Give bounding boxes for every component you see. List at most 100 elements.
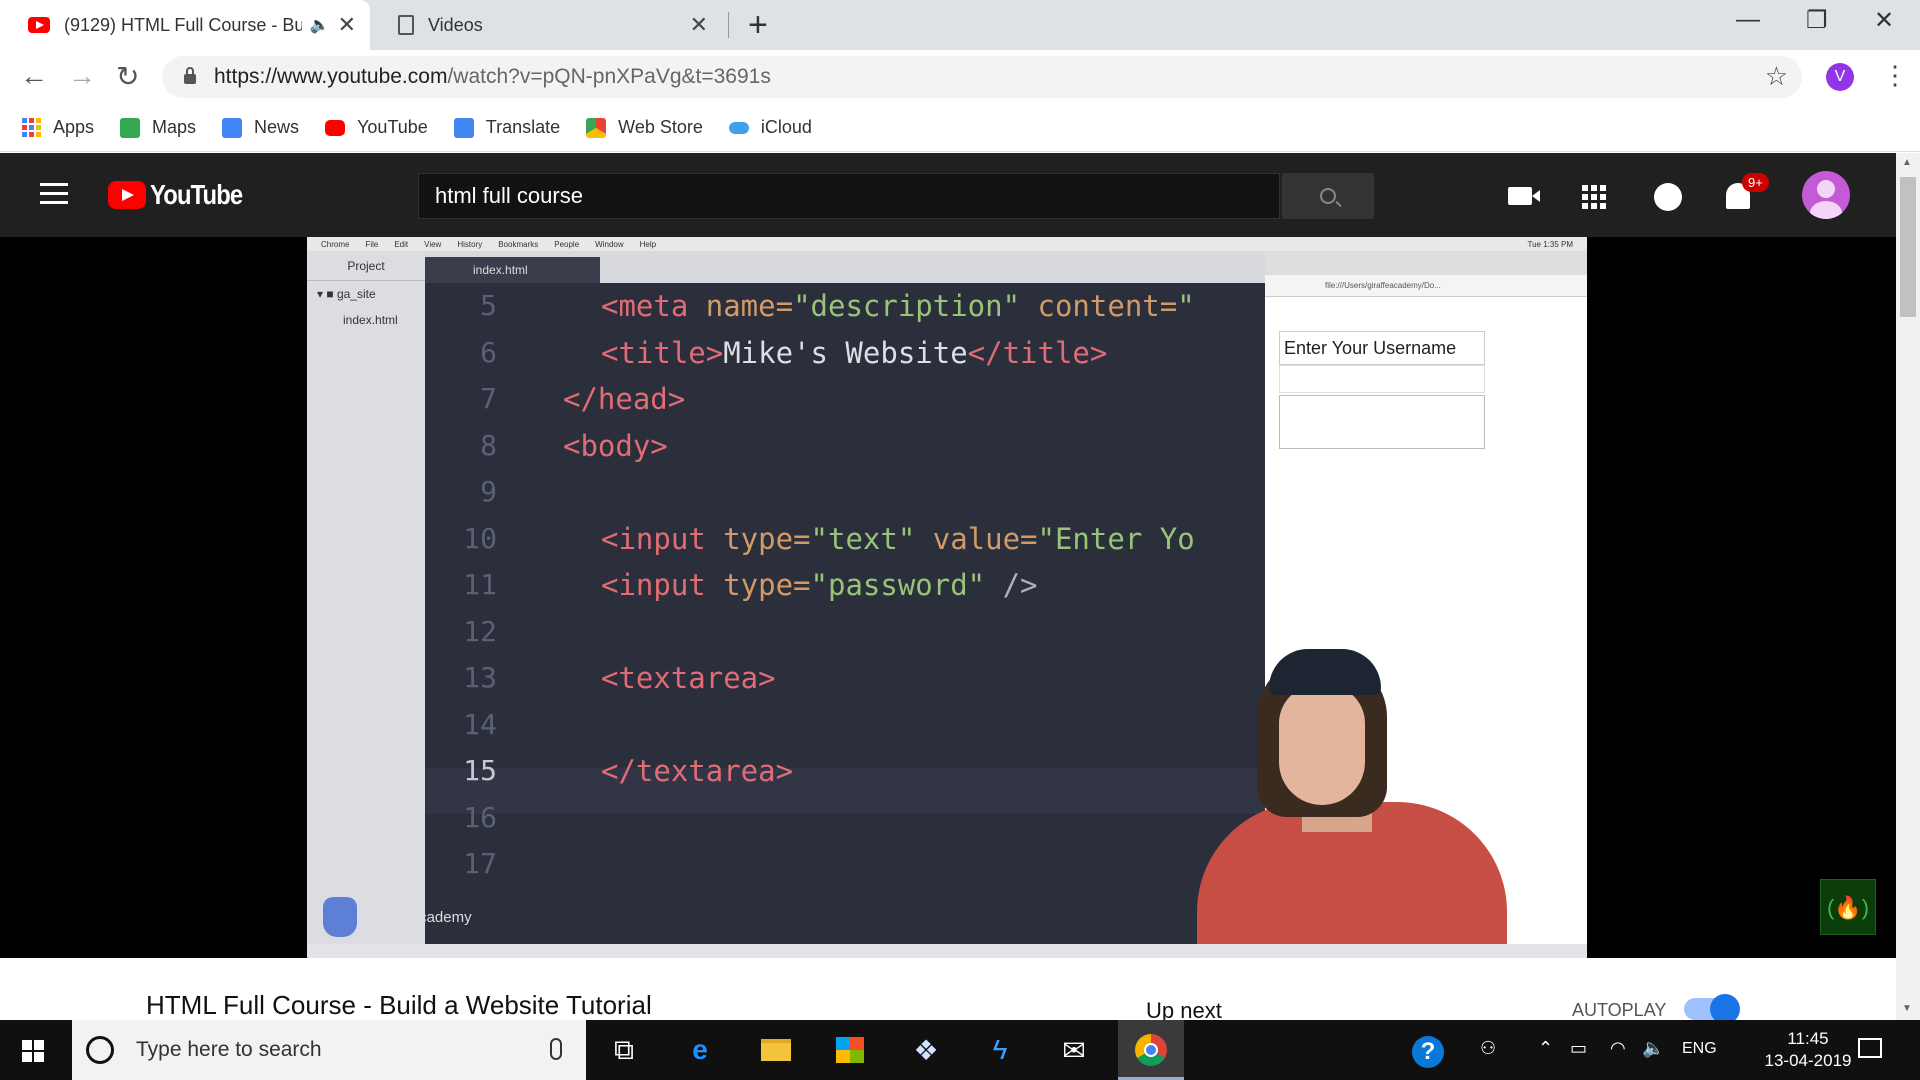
minimize-button[interactable]: — xyxy=(1736,6,1760,34)
messages-icon[interactable] xyxy=(1654,183,1682,211)
code-line: </head> xyxy=(563,382,685,416)
code-token: "Enter Yo xyxy=(1037,521,1195,556)
bookmark-web-store[interactable]: Web Store xyxy=(586,117,703,138)
show-hidden-icons-chevron-icon[interactable]: ⌃ xyxy=(1538,1038,1553,1059)
line-number: 17 xyxy=(463,847,497,880)
preview-tabs xyxy=(1265,251,1587,275)
audio-playing-icon[interactable]: 🔈 xyxy=(310,15,330,35)
scroll-down-icon[interactable]: ▼ xyxy=(1902,1003,1912,1014)
microphone-icon[interactable] xyxy=(550,1038,562,1060)
line-number: 10 xyxy=(463,521,497,555)
bookmark-star-icon[interactable]: ☆ xyxy=(1765,61,1788,92)
video-player-area[interactable]: Chrome File Edit View History Bookmarks … xyxy=(0,237,1896,958)
chrome-taskbar-button[interactable] xyxy=(1118,1020,1184,1080)
tab-youtube-video[interactable]: (9129) HTML Full Course - Bu 🔈 ✕ xyxy=(0,0,370,50)
url-text[interactable]: https://www.youtube.com/watch?v=pQN-pnXP… xyxy=(214,65,771,89)
taskbar-search-box[interactable]: Type here to search xyxy=(72,1020,586,1080)
code-token: </head> xyxy=(563,382,686,416)
code-token: </textarea> xyxy=(601,754,794,788)
code-line: <input type="password" /> xyxy=(601,568,1038,602)
bookmark-apps[interactable]: Apps xyxy=(22,117,94,138)
wifi-icon[interactable]: ◠ xyxy=(1610,1038,1626,1059)
chrome-icon xyxy=(1135,1034,1167,1066)
url-host: https://www.youtube.com xyxy=(214,65,448,88)
line-number: 8 xyxy=(480,428,497,462)
apps-grid-icon[interactable] xyxy=(1582,185,1606,209)
create-video-icon[interactable] xyxy=(1508,187,1540,205)
taskbar-clock[interactable]: 11:45 13-04-2019 xyxy=(1752,1028,1864,1072)
close-tab-icon[interactable]: ✕ xyxy=(690,12,708,38)
lock-icon[interactable] xyxy=(184,67,196,84)
language-indicator[interactable]: ENG xyxy=(1682,1040,1717,1058)
bookmark-label: Web Store xyxy=(618,117,703,137)
hamburger-menu-icon[interactable] xyxy=(40,183,68,210)
line-number: 16 xyxy=(463,800,497,834)
bookmark-youtube[interactable]: YouTube xyxy=(325,117,428,138)
close-window-button[interactable]: ✕ xyxy=(1874,6,1894,35)
close-tab-icon[interactable]: ✕ xyxy=(338,12,356,38)
scroll-up-icon[interactable]: ▲ xyxy=(1902,157,1912,168)
code-lines: 5 <meta name="description" content=" 6 <tit… xyxy=(425,289,1273,949)
code-token: name= xyxy=(705,289,794,323)
code-token: <input xyxy=(601,568,724,602)
bookmark-icloud[interactable]: iCloud xyxy=(728,117,812,138)
people-icon[interactable]: ⚇ xyxy=(1480,1038,1496,1059)
line-number: 13 xyxy=(463,661,497,694)
bookmark-maps[interactable]: Maps xyxy=(120,117,196,138)
account-avatar[interactable] xyxy=(1802,171,1850,219)
browser-menu-icon[interactable]: ⋮ xyxy=(1882,60,1908,91)
profile-avatar[interactable]: V xyxy=(1826,63,1854,91)
code-line: <input type="text" value="Enter Yo xyxy=(601,522,1195,556)
taskbar-search-placeholder: Type here to search xyxy=(136,1038,322,1061)
video-frame[interactable]: Chrome File Edit View History Bookmarks … xyxy=(307,237,1587,958)
address-bar[interactable]: https://www.youtube.com/watch?v=pQN-pnXP… xyxy=(162,56,1802,98)
windows-start-icon[interactable] xyxy=(22,1040,44,1062)
search-button[interactable] xyxy=(1282,173,1374,219)
forward-button[interactable]: → xyxy=(68,60,96,92)
search-input[interactable]: html full course xyxy=(418,173,1280,219)
bookmark-news[interactable]: News xyxy=(222,117,299,138)
cortana-icon[interactable] xyxy=(86,1036,114,1064)
store-icon[interactable] xyxy=(830,1032,870,1068)
code-line: <title>Mike's Website</title> xyxy=(601,336,1107,370)
file-explorer-icon[interactable] xyxy=(756,1032,796,1068)
channel-watermark-button[interactable]: (🔥) xyxy=(1820,879,1876,935)
task-view-icon[interactable]: ⧉ xyxy=(604,1032,644,1068)
menubar-item: File xyxy=(365,239,379,249)
volume-icon[interactable]: 🔈 xyxy=(1642,1038,1664,1059)
line-number: 14 xyxy=(463,707,497,741)
youtube-wordmark: YouTube xyxy=(150,179,243,210)
bookmark-translate[interactable]: Translate xyxy=(453,117,560,138)
tab-videos[interactable]: Videos ✕ xyxy=(370,0,722,50)
code-token: <body> xyxy=(563,428,668,463)
web-store-icon xyxy=(586,117,607,138)
battery-icon[interactable]: ▭ xyxy=(1570,1038,1587,1059)
mail-icon[interactable]: ✉ xyxy=(1054,1032,1094,1068)
code-token: value= xyxy=(932,521,1038,556)
new-tab-button[interactable]: + xyxy=(748,6,768,45)
youtube-logo[interactable]: YouTube xyxy=(108,179,259,211)
tab-title: Videos xyxy=(428,14,483,35)
edge-browser-icon[interactable]: e xyxy=(680,1032,720,1068)
code-token: /> xyxy=(1002,568,1038,602)
help-icon[interactable]: ? xyxy=(1412,1036,1444,1068)
preview-text-input: Enter Your Username xyxy=(1279,331,1485,365)
code-token: <meta xyxy=(601,289,706,323)
scrollbar-thumb[interactable] xyxy=(1900,177,1916,317)
video-title: HTML Full Course - Build a Website Tutor… xyxy=(146,990,652,1020)
line-number: 6 xyxy=(480,335,497,369)
maximize-button[interactable]: ❐ xyxy=(1806,6,1828,35)
autoplay-toggle[interactable] xyxy=(1684,994,1740,1024)
back-button[interactable]: ← xyxy=(20,60,48,92)
project-folder: ▾ ■ ga_site xyxy=(317,287,376,301)
reload-button[interactable]: ↻ xyxy=(116,60,139,93)
visual-studio-icon[interactable]: ϟ xyxy=(980,1032,1020,1068)
code-token: "password" xyxy=(810,568,1003,602)
preview-url: file:///Users/giraffeacademy/Do... xyxy=(1265,275,1587,297)
browser-tab-strip: (9129) HTML Full Course - Bu 🔈 ✕ Videos … xyxy=(0,0,1920,50)
dropbox-icon[interactable]: ❖ xyxy=(906,1032,946,1068)
page-scrollbar[interactable]: ▲ ▼ xyxy=(1896,153,1920,1020)
search-icon xyxy=(1320,188,1336,204)
action-center-icon[interactable] xyxy=(1858,1038,1882,1058)
giraffe-logo-icon xyxy=(323,897,357,937)
